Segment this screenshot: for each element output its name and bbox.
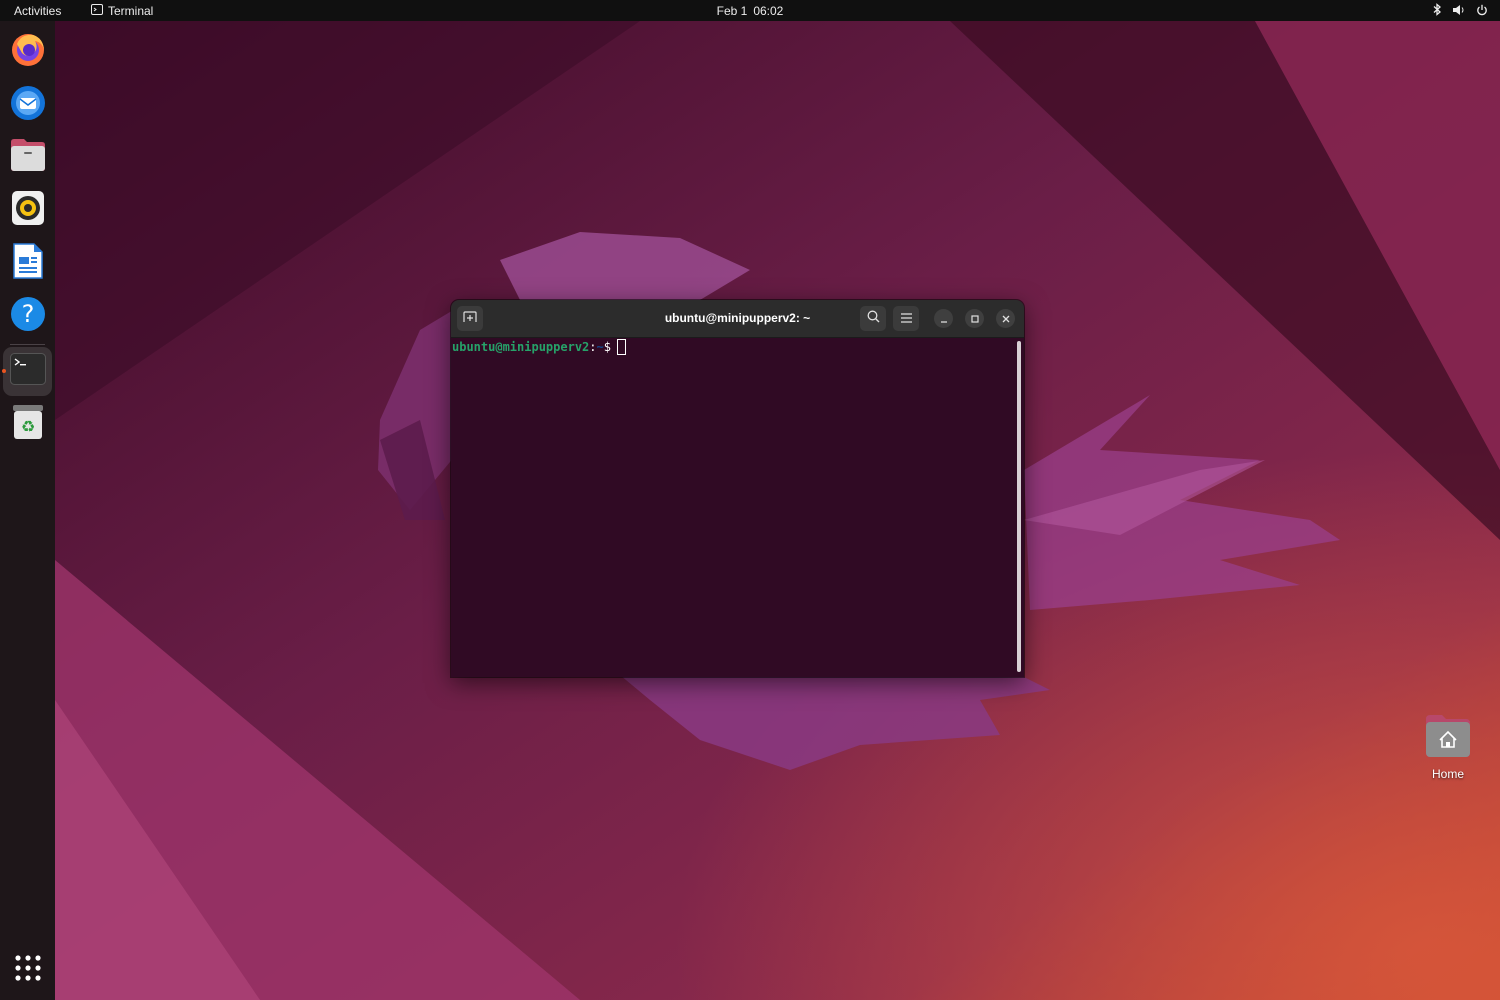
app-menu-label: Terminal xyxy=(108,4,154,18)
terminal-app-icon xyxy=(91,4,103,18)
top-bar: Activities Terminal Feb 1 06:02 xyxy=(0,0,1500,21)
dock-item-thunderbird[interactable] xyxy=(3,80,52,129)
desktop-home-icon[interactable]: Home xyxy=(1418,714,1478,781)
bluetooth-icon[interactable] xyxy=(1432,3,1442,16)
writer-icon xyxy=(12,243,43,284)
show-applications-button[interactable] xyxy=(3,946,52,995)
app-grid-icon xyxy=(14,955,41,986)
clock-button[interactable]: Feb 1 06:02 xyxy=(717,4,784,18)
hamburger-menu-icon xyxy=(900,310,912,328)
svg-text:♻: ♻ xyxy=(20,417,34,436)
prompt-symbol: $ xyxy=(603,340,611,354)
running-indicator xyxy=(2,369,6,373)
system-tray[interactable] xyxy=(1432,3,1488,16)
dock-item-help[interactable]: ? xyxy=(3,292,52,341)
new-tab-button[interactable] xyxy=(457,306,483,331)
new-tab-icon xyxy=(463,310,477,328)
search-icon xyxy=(867,310,880,328)
terminal-scrollbar[interactable] xyxy=(1017,341,1021,672)
search-button[interactable] xyxy=(860,306,886,331)
clock-time: 06:02 xyxy=(753,4,784,18)
home-folder-icon xyxy=(1425,715,1471,762)
prompt-user-host: ubuntu@minipupperv2 xyxy=(452,340,590,354)
dock-item-files[interactable] xyxy=(3,133,52,182)
activities-button[interactable]: Activities xyxy=(14,4,61,18)
dock: ? ♻ xyxy=(0,21,55,1000)
power-icon[interactable] xyxy=(1476,4,1488,16)
dock-item-trash[interactable]: ♻ xyxy=(3,400,52,449)
dock-item-firefox[interactable] xyxy=(3,27,52,76)
thunderbird-icon xyxy=(9,83,47,126)
dock-item-writer[interactable] xyxy=(3,239,52,288)
help-icon: ? xyxy=(10,296,46,337)
firefox-icon xyxy=(9,30,47,73)
terminal-content[interactable]: ubuntu@minipupperv2: ~ $ xyxy=(451,338,1024,677)
menu-button[interactable] xyxy=(893,306,919,331)
files-icon xyxy=(10,138,46,177)
dock-item-terminal[interactable] xyxy=(2,347,52,396)
volume-icon[interactable] xyxy=(1452,4,1466,16)
close-icon xyxy=(1002,310,1010,328)
clock-date: Feb 1 xyxy=(716,4,748,18)
svg-text:?: ? xyxy=(21,300,34,328)
text-cursor xyxy=(616,339,626,355)
terminal-prompt: ubuntu@minipupperv2: ~ $ xyxy=(452,339,626,355)
terminal-icon xyxy=(9,353,46,390)
rhythmbox-icon xyxy=(11,190,45,231)
app-menu[interactable]: Terminal xyxy=(91,4,153,18)
terminal-window[interactable]: ubuntu@minipupperv2: ~ ubuntu@minipupper… xyxy=(451,300,1024,677)
terminal-header-bar[interactable]: ubuntu@minipupperv2: ~ xyxy=(451,300,1024,338)
clock: Feb 1 06:02 xyxy=(0,4,1500,18)
minimize-icon xyxy=(940,310,948,328)
maximize-icon xyxy=(970,310,979,328)
desktop-home-label: Home xyxy=(1431,767,1464,781)
dock-item-rhythmbox[interactable] xyxy=(3,186,52,235)
dock-separator xyxy=(10,344,45,345)
close-button[interactable] xyxy=(996,309,1015,328)
maximize-button[interactable] xyxy=(965,309,984,328)
trash-icon: ♻ xyxy=(12,404,44,445)
prompt-path: ~ xyxy=(596,340,604,354)
prompt-separator: : xyxy=(589,340,597,354)
minimize-button[interactable] xyxy=(934,309,953,328)
